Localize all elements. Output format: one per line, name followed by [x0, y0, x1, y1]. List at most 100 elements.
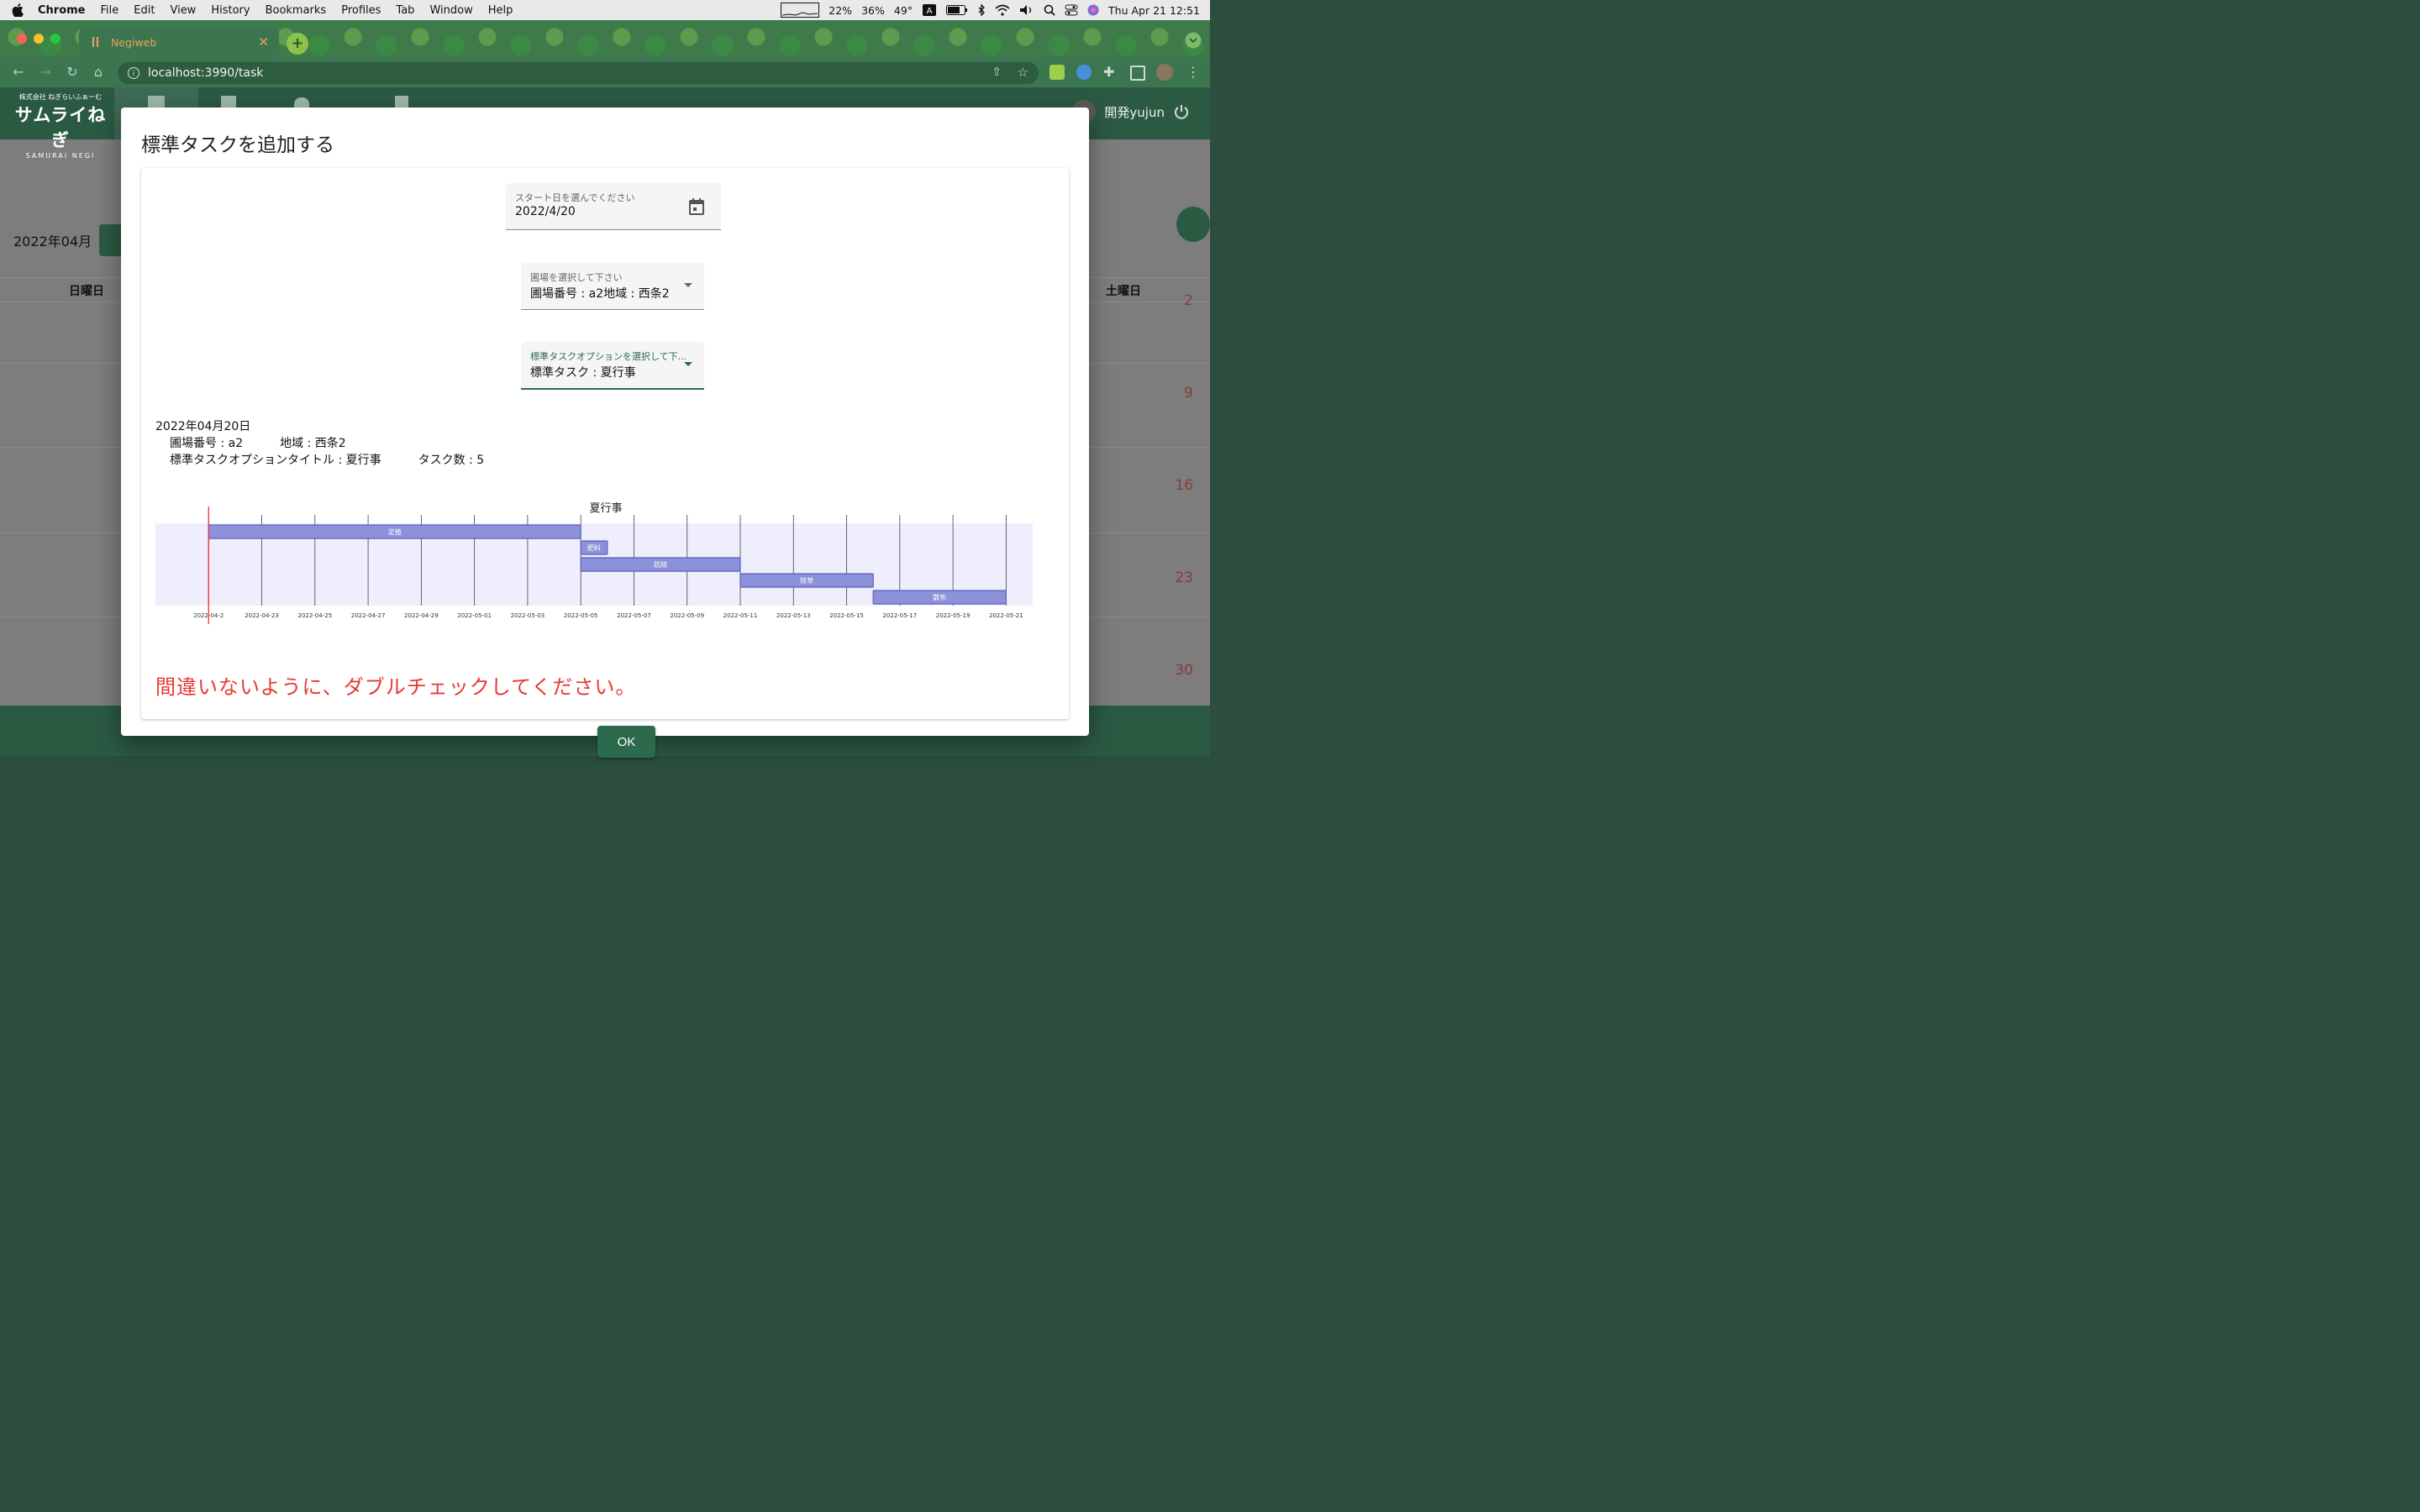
gantt-task-label: 防除: [654, 560, 667, 569]
company-logo[interactable]: 株式会社 ねぎらいふぁーむ サムライねぎ SAMURAI NEGI: [10, 92, 111, 160]
site-info-icon[interactable]: i: [128, 67, 139, 79]
x-tick-label: 2022-04-25: [297, 612, 332, 619]
summary-task-count: タスク数 : 5: [418, 454, 485, 467]
ram-usage[interactable]: 22%: [829, 4, 852, 17]
negi-favicon-icon: [92, 37, 98, 47]
ssd-usage[interactable]: 36%: [861, 4, 885, 17]
menu-history[interactable]: History: [203, 4, 257, 17]
logo-brand-line: サムライねぎ: [14, 105, 107, 150]
field-select-label: 圃場を選択して下さい: [530, 272, 623, 283]
menu-bar: Chrome File Edit View History Bookmarks …: [0, 0, 1210, 20]
cpu-graph-icon[interactable]: [781, 3, 820, 18]
x-tick-label: 2022-05-13: [776, 612, 811, 619]
calendar-day[interactable]: 16: [1175, 477, 1193, 494]
new-tab-button[interactable]: +: [287, 33, 308, 55]
calendar-day[interactable]: 9: [1184, 385, 1193, 402]
chevron-down-icon: [684, 362, 692, 366]
tab-title: Negiweb: [111, 35, 157, 49]
task-option-label: 標準タスクオプションを選択して下...: [530, 351, 687, 362]
x-tick-label: 2022-05-03: [511, 612, 545, 619]
x-tick-label: 2022-05-07: [617, 612, 651, 619]
reload-icon[interactable]: ↻: [65, 65, 80, 80]
x-tick-label: 2022-05-11: [723, 612, 758, 619]
extension-green-icon[interactable]: [1050, 65, 1065, 80]
extension-blue-icon[interactable]: [1076, 65, 1092, 80]
logo-company-line: 株式会社 ねぎらいふぁーむ: [18, 93, 103, 101]
menu-help[interactable]: Help: [481, 4, 521, 17]
apple-icon[interactable]: [12, 3, 24, 17]
x-tick-label: 2022-05-19: [936, 612, 971, 619]
menubar-clock[interactable]: Thu Apr 21 12:51: [1108, 4, 1200, 17]
chart-title: 夏行事: [589, 502, 622, 515]
calendar-day[interactable]: 2: [1184, 292, 1193, 309]
logo-english-line: SAMURAI NEGI: [25, 152, 96, 160]
close-window-button[interactable]: [17, 34, 27, 44]
siri-icon[interactable]: [1087, 4, 1099, 16]
share-icon[interactable]: ⇧: [992, 66, 1002, 79]
power-icon[interactable]: [1173, 103, 1190, 120]
task-option-select[interactable]: 標準タスクオプションを選択して下... 標準タスク : 夏行事: [521, 342, 704, 390]
menu-bookmarks[interactable]: Bookmarks: [258, 4, 334, 17]
field-select-value: 圃場番号 : a2地域 : 西条2: [530, 287, 670, 301]
browser-toolbar: ← → ↻ ⌂ i localhost:3990/task ⇧ ☆ ✚ ⋮: [0, 57, 1210, 87]
browser-tab[interactable]: Negiweb ✕: [79, 27, 279, 57]
side-panel-icon[interactable]: [1130, 66, 1145, 81]
x-tick-label: 2022-05-21: [989, 612, 1023, 619]
browser-tab-bar: Negiweb ✕ +: [0, 20, 1210, 57]
menu-window[interactable]: Window: [422, 4, 480, 17]
window-controls: [17, 34, 60, 44]
dialog-card: スタート日を選んでください 2022/4/20 圃場を選択して下さい 圃場番号 …: [141, 168, 1069, 758]
browser-menu-icon[interactable]: ⋮: [1186, 64, 1200, 80]
ok-button[interactable]: OK: [597, 726, 655, 758]
tab-close-icon[interactable]: ✕: [258, 34, 269, 50]
x-tick-label: 2022-04-23: [245, 612, 279, 619]
calendar-icon[interactable]: [689, 198, 704, 215]
gantt-chart: 夏行事2022-04-22022-04-232022-04-252022-04-…: [155, 502, 1033, 624]
input-source-icon[interactable]: A: [922, 3, 937, 17]
svg-text:A: A: [927, 7, 933, 16]
calendar-day[interactable]: 23: [1175, 570, 1193, 586]
profile-avatar[interactable]: [1156, 64, 1173, 81]
gantt-task-label: 散布: [933, 593, 946, 601]
battery-icon[interactable]: [946, 5, 968, 15]
gantt-task-label: 肥料: [587, 543, 601, 552]
bookmark-star-icon[interactable]: ☆: [1018, 65, 1028, 80]
x-tick-label: 2022-05-05: [564, 612, 598, 619]
wifi-icon[interactable]: [995, 4, 1010, 16]
home-icon[interactable]: ⌂: [91, 65, 106, 80]
cpu-temp[interactable]: 49°: [894, 4, 913, 17]
summary-option-title: 標準タスクオプションタイトル : 夏行事: [170, 454, 381, 467]
calendar-month: 2022年04月: [13, 234, 92, 249]
menu-edit[interactable]: Edit: [126, 4, 162, 17]
x-tick-label: 2022-04-27: [351, 612, 386, 619]
weekday-sunday: 日曜日: [69, 285, 104, 298]
minimize-window-button[interactable]: [34, 34, 44, 44]
bluetooth-icon[interactable]: [977, 4, 986, 16]
field-select[interactable]: 圃場を選択して下さい 圃場番号 : a2地域 : 西条2: [521, 263, 704, 310]
gantt-task-label: 除草: [800, 576, 813, 585]
menu-profiles[interactable]: Profiles: [334, 4, 388, 17]
url-text: localhost:3990/task: [148, 66, 264, 80]
forward-arrow-icon[interactable]: →: [38, 65, 53, 80]
refresh-button[interactable]: [1176, 207, 1210, 242]
back-arrow-icon[interactable]: ←: [11, 65, 26, 80]
spotlight-search-icon[interactable]: [1044, 4, 1055, 16]
tab-search-chevron-icon[interactable]: [1185, 32, 1202, 49]
menu-file[interactable]: File: [93, 4, 127, 17]
control-center-icon[interactable]: [1065, 4, 1078, 16]
start-date-field[interactable]: スタート日を選んでください 2022/4/20: [506, 183, 721, 230]
add-standard-task-dialog: 標準タスクを追加する スタート日を選んでください 2022/4/20 圃場を選択…: [121, 108, 1089, 758]
menu-view[interactable]: View: [162, 4, 203, 17]
volume-icon[interactable]: [1019, 4, 1034, 16]
calendar-day[interactable]: 30: [1175, 662, 1193, 679]
address-bar[interactable]: i localhost:3990/task ⇧ ☆: [118, 62, 1039, 84]
menu-app-name[interactable]: Chrome: [30, 4, 93, 17]
extensions-puzzle-icon[interactable]: ✚: [1103, 64, 1114, 80]
maximize-window-button[interactable]: [50, 34, 60, 44]
summary-area: 地域 : 西条2: [280, 437, 346, 450]
user-menu[interactable]: 開発yujun: [1072, 100, 1190, 123]
chevron-down-icon: [684, 283, 692, 287]
x-tick-label: 2022-05-01: [457, 612, 492, 619]
menu-tab[interactable]: Tab: [388, 4, 422, 17]
gantt-task-label: 定植: [388, 528, 402, 536]
